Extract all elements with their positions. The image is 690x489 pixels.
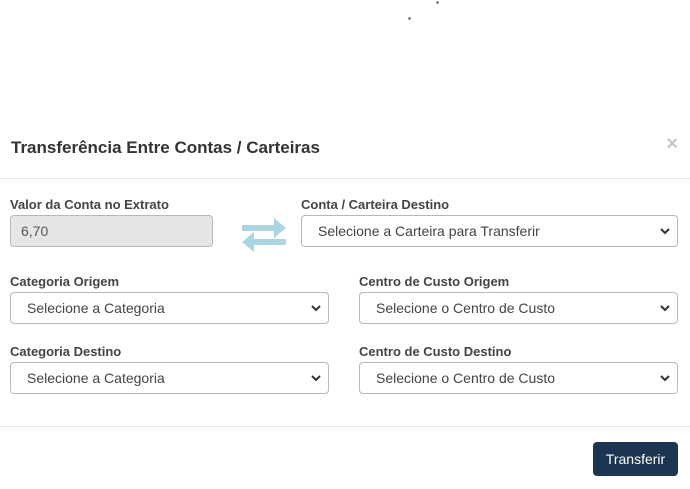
centro-destino-select[interactable]: Selecione o Centro de Custo — [359, 362, 678, 394]
chevron-down-icon — [660, 305, 670, 312]
modal-title: Transferência Entre Contas / Carteiras — [11, 138, 320, 157]
categoria-origem-select[interactable]: Selecione a Categoria — [10, 292, 329, 324]
loading-dot — [436, 1, 439, 4]
chevron-down-icon — [660, 375, 670, 382]
conta-destino-select[interactable]: Selecione a Carteira para Transferir — [301, 215, 678, 247]
chevron-down-icon — [311, 305, 321, 312]
categoria-origem-value: Selecione a Categoria — [27, 300, 165, 316]
chevron-down-icon — [660, 228, 670, 235]
valor-field: 6,70 — [10, 215, 213, 247]
close-icon[interactable]: × — [666, 134, 678, 154]
transferir-button[interactable]: Transferir — [593, 442, 678, 476]
centro-destino-label: Centro de Custo Destino — [359, 344, 512, 359]
centro-origem-select[interactable]: Selecione o Centro de Custo — [359, 292, 678, 324]
categoria-destino-select[interactable]: Selecione a Categoria — [10, 362, 329, 394]
categoria-destino-value: Selecione a Categoria — [27, 370, 165, 386]
conta-destino-label: Conta / Carteira Destino — [301, 197, 450, 212]
loading-dot — [408, 17, 411, 20]
conta-destino-value: Selecione a Carteira para Transferir — [318, 223, 540, 239]
chevron-down-icon — [311, 375, 321, 382]
transfer-modal: Transferência Entre Contas / Carteiras ×… — [0, 120, 690, 489]
swap-arrows-icon — [242, 218, 286, 252]
valor-label: Valor da Conta no Extrato — [10, 197, 169, 212]
modal-footer — [0, 426, 690, 427]
centro-destino-value: Selecione o Centro de Custo — [376, 370, 555, 386]
modal-header: Transferência Entre Contas / Carteiras × — [0, 120, 690, 179]
centro-origem-value: Selecione o Centro de Custo — [376, 300, 555, 316]
categoria-origem-label: Categoria Origem — [10, 274, 120, 289]
categoria-destino-label: Categoria Destino — [10, 344, 122, 359]
valor-value: 6,70 — [21, 223, 49, 239]
centro-origem-label: Centro de Custo Origem — [359, 274, 510, 289]
